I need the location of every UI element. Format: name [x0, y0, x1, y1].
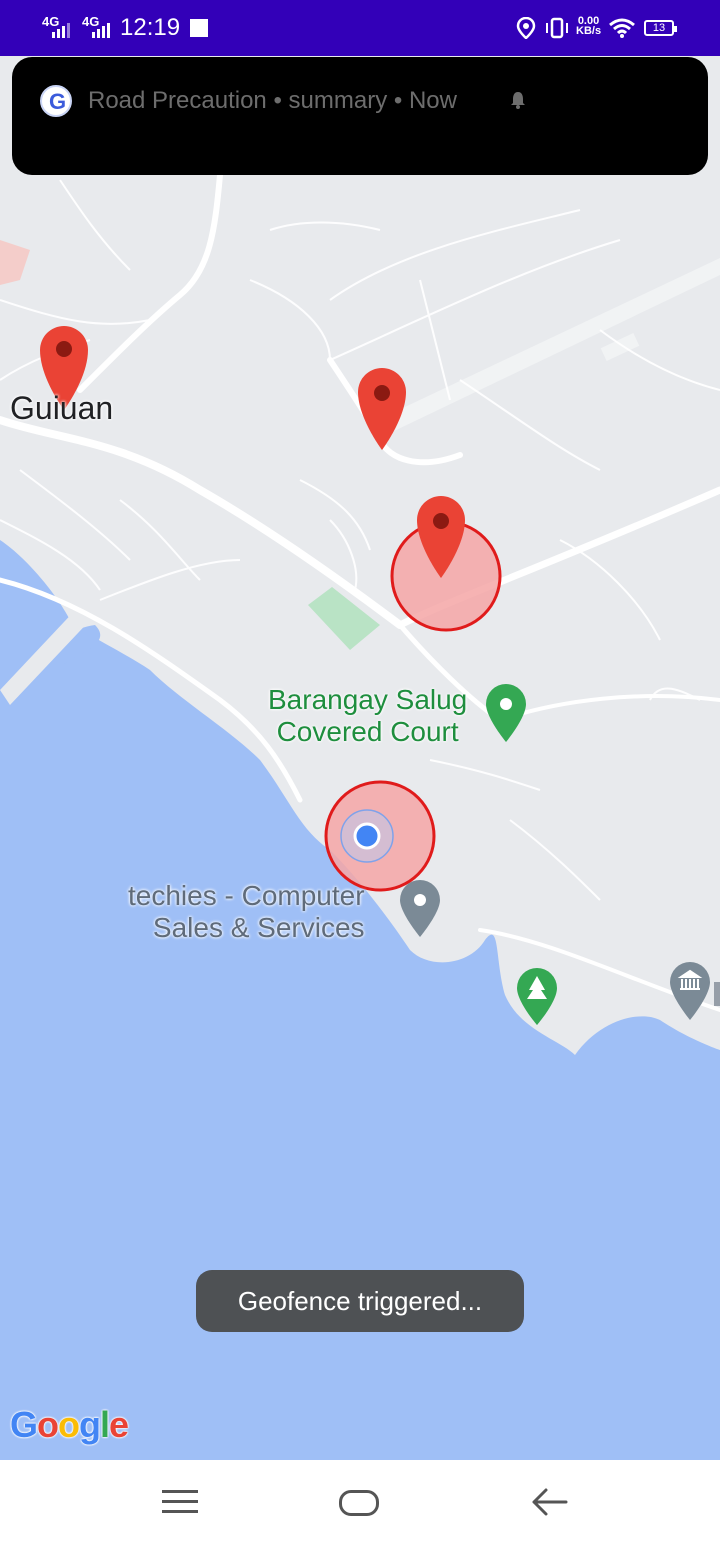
bell-icon	[511, 92, 525, 109]
poi-shop-line2: Sales & Services	[152, 912, 365, 943]
back-icon[interactable]	[530, 1486, 570, 1518]
signal-icon-2	[92, 23, 110, 38]
wifi-icon	[609, 18, 635, 38]
menu-icon[interactable]	[162, 1490, 198, 1514]
notification-header: Road Precaution • summary • Now	[88, 87, 457, 115]
clock: 12:19	[120, 14, 181, 41]
notification-title: summary	[288, 87, 388, 114]
user-location-dot	[353, 822, 381, 850]
notification-app-name: Road Precaution	[88, 87, 267, 114]
network-speed: 0.00 KB/s	[576, 16, 602, 37]
location-icon	[516, 17, 536, 39]
place-label-guiuan: Guiuan	[10, 390, 114, 426]
signal-icon	[52, 23, 70, 38]
screen-record-icon	[190, 19, 208, 37]
google-logo: Google	[10, 1404, 129, 1445]
app-logo-icon	[40, 85, 72, 117]
notification-separator: •	[273, 87, 282, 114]
battery-icon: 13	[644, 20, 677, 36]
status-bar: 4G 4G 12:19 0.00 KB/s 13	[0, 0, 720, 56]
map-canvas	[0, 56, 720, 1460]
heads-up-notification[interactable]: Road Precaution • summary • Now	[12, 57, 708, 175]
poi-label-court[interactable]: Barangay Salug Covered Court	[268, 684, 467, 748]
vibrate-icon	[546, 17, 568, 39]
poi-court-line1: Barangay Salug	[268, 684, 468, 715]
toast-message: Geofence triggered...	[196, 1270, 524, 1332]
home-icon[interactable]	[339, 1490, 379, 1516]
speed-unit: KB/s	[576, 25, 602, 37]
map-view[interactable]: Guiuan Barangay Salug Covered Court tech…	[0, 56, 720, 1460]
notification-time: Now	[408, 87, 457, 114]
poi-shop-line1: techies - Computer	[128, 880, 365, 911]
poi-court-line2: Covered Court	[276, 716, 459, 747]
system-nav-bar	[0, 1460, 720, 1544]
poi-label-shop[interactable]: techies - Computer Sales & Services	[128, 880, 365, 944]
notification-separator-2: •	[393, 87, 403, 114]
